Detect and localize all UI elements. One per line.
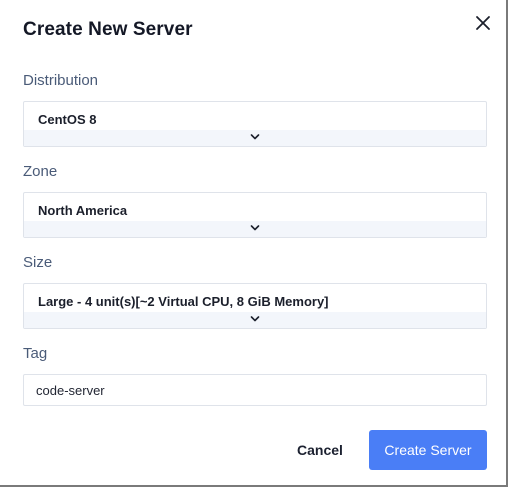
zone-label: Zone: [23, 163, 58, 180]
zone-select[interactable]: North America: [23, 192, 487, 238]
size-select[interactable]: Large - 4 unit(s)[~2 Virtual CPU, 8 GiB …: [23, 283, 487, 329]
dialog-title: Create New Server: [23, 19, 193, 40]
tag-value: code-server: [36, 383, 105, 398]
chevron-down-icon: [250, 316, 260, 322]
create-server-dialog: Create New Server Distribution CentOS 8 …: [0, 0, 508, 487]
size-dropdown-bar: [24, 312, 486, 328]
zone-value: North America: [38, 203, 128, 218]
distribution-dropdown-bar: [24, 130, 486, 146]
chevron-down-icon: [250, 134, 260, 140]
size-value: Large - 4 unit(s)[~2 Virtual CPU, 8 GiB …: [38, 294, 329, 309]
tag-label: Tag: [23, 345, 48, 362]
distribution-value: CentOS 8: [38, 112, 97, 127]
close-button[interactable]: [474, 14, 492, 32]
size-label: Size: [23, 254, 53, 271]
zone-dropdown-bar: [24, 221, 486, 237]
cancel-button[interactable]: Cancel: [286, 430, 354, 470]
tag-input[interactable]: code-server: [23, 374, 487, 406]
distribution-select[interactable]: CentOS 8: [23, 101, 487, 147]
chevron-down-icon: [250, 225, 260, 231]
create-server-button[interactable]: Create Server: [369, 430, 487, 470]
close-icon: [476, 16, 490, 30]
distribution-label: Distribution: [23, 72, 99, 89]
